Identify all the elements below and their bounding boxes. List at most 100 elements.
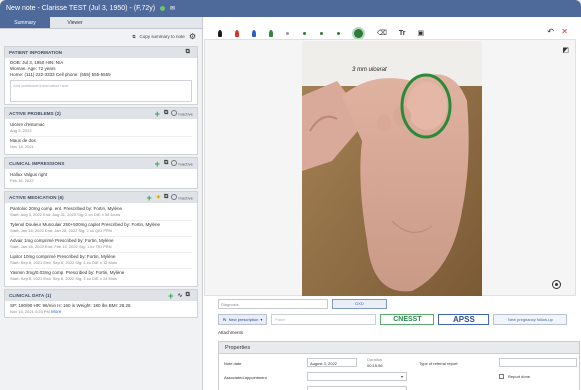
duration-value[interactable]: 00:15:56 <box>367 363 383 368</box>
associated-appointment-label: Associated appointment <box>224 375 267 380</box>
list-item[interactable]: Tylenol Douleur Musculair 250+500mg capl… <box>10 221 192 237</box>
medication-detail: Start: Sep 8, 2021 End: Sep 8, 2022 Sig:… <box>10 276 117 281</box>
section-header: CLINICAL DATA (1) + ∿ ⧉ <box>5 290 197 301</box>
inactive-toggle[interactable]: Inactive <box>171 160 193 167</box>
report-done-checkbox[interactable] <box>499 374 504 379</box>
form-search-input[interactable]: Form <box>271 313 377 325</box>
action-bar: ℞ New prescription ▾ Form CNESST APSS Ne… <box>218 313 580 325</box>
section-title: PATIENT INFORMATION <box>9 50 63 55</box>
list-item[interactable]: Pantoloc 20mg comp. ent. Prescribed by: … <box>10 205 192 221</box>
patient-phones: Home: (111) 222-3333 Cell phone: (555) 5… <box>10 72 111 77</box>
text-tool-icon[interactable]: Tr <box>399 30 406 37</box>
copy-summary-bar: ⧉ Copy summary to note ⚙ <box>0 29 202 44</box>
additional-info-field[interactable]: Add additional information here <box>10 80 192 102</box>
status-dot-icon <box>160 5 166 11</box>
active-problems-section: ACTIVE PROBLEMS (2) + ⧉ Inactive Ulcère … <box>4 107 198 155</box>
green-pen-icon[interactable] <box>269 29 273 37</box>
copy-icon[interactable]: ⧉ <box>164 110 168 117</box>
chart-icon[interactable]: ∿ <box>177 292 182 299</box>
point-size-2[interactable] <box>303 31 306 35</box>
copy-icon[interactable]: ⧉ <box>186 49 190 56</box>
point-size-1[interactable] <box>286 31 289 35</box>
annotation-text: 3 mm ulcerat <box>352 67 387 73</box>
list-item[interactable]: Lipitor 10mg comprimé Prescribed by: For… <box>10 253 192 269</box>
extra-field[interactable] <box>307 386 407 390</box>
close-icon[interactable]: ✕ <box>561 27 568 36</box>
add-icon[interactable]: + <box>155 159 160 169</box>
problem-date: Aug 3, 2022 <box>10 128 32 133</box>
section-header: ACTIVE PROBLEMS (2) + ⧉ Inactive <box>5 108 197 119</box>
diagnosis-row: Diagnosis DXD <box>218 299 578 309</box>
gear-icon[interactable]: ⚙ <box>189 32 196 41</box>
copy-icon[interactable]: ⧉ <box>164 160 168 167</box>
window-title: New note - Clarisse TEST (Jul 3, 1950) -… <box>6 5 156 12</box>
list-item[interactable]: Ulcère d'estomac Aug 3, 2022 <box>10 121 192 137</box>
new-prescription-button[interactable]: ℞ New prescription ▾ <box>218 313 268 325</box>
note-date-value: August 3, 2022 <box>310 361 337 366</box>
clinical-impressions-section: CLINICAL IMPRESSIONS + ⧉ Inactive Hallux… <box>4 157 198 189</box>
point-size-5[interactable] <box>354 28 363 38</box>
add-icon[interactable]: + <box>168 291 173 301</box>
associated-appointment-select[interactable]: ▾ <box>307 372 407 381</box>
blue-pen-icon[interactable] <box>252 29 256 37</box>
drawing-canvas[interactable]: 3 mm ulcerat ◩ <box>204 39 576 296</box>
problem-date: Nov 18, 2021 <box>10 144 34 149</box>
tab-viewer[interactable]: Viewer <box>50 17 100 28</box>
duration-label: Duration <box>367 357 383 362</box>
pregnancy-followup-button[interactable]: New pregnancy follow-up <box>493 313 568 325</box>
note-date-field[interactable]: August 3, 2022 <box>307 358 357 367</box>
inactive-toggle[interactable]: Inactive <box>171 110 193 117</box>
inactive-toggle[interactable]: Inactive <box>171 194 193 201</box>
list-item[interactable]: Advair 1mg comprimé Prescribed by: Forti… <box>10 237 192 253</box>
expand-icon[interactable]: ◩ <box>562 46 569 54</box>
red-pen-icon[interactable] <box>235 29 239 37</box>
patient-info-section: PATIENT INFORMATION ⧉ DOB: Jul 3, 1950 H… <box>4 46 198 105</box>
copy-summary-button[interactable]: Copy summary to note <box>140 34 185 39</box>
referral-type-label: Type of referral report <box>419 361 458 366</box>
dxd-button[interactable]: DXD <box>332 299 387 309</box>
email-icon[interactable]: ✉ <box>170 6 175 12</box>
summary-panel: Summary Viewer ⧉ Copy summary to note ⚙ … <box>0 17 203 390</box>
eraser-icon[interactable]: ⌫ <box>377 29 387 37</box>
copy-icon[interactable]: ⧉ <box>186 292 190 299</box>
medication-detail: Start: Jan 18, 2022 End: Jan 28, 2022 Si… <box>10 228 112 233</box>
copy-icon[interactable]: ⧉ <box>164 194 168 201</box>
apss-button[interactable]: APSS <box>438 313 490 325</box>
image-icon[interactable]: ▣ <box>418 29 425 37</box>
list-item[interactable]: Yasmin 3mg/0.03mg comp. Prescribed by: F… <box>10 269 192 284</box>
point-size-4[interactable] <box>337 31 340 35</box>
medication-detail: Start: Aug 3, 2022 End: Aug 31, 2023 Sig… <box>10 212 121 217</box>
point-size-3[interactable] <box>320 31 323 35</box>
referral-type-select[interactable] <box>499 358 577 367</box>
list-item[interactable]: Hallux Valgus right Feb 16, 2022 <box>10 171 192 186</box>
attachments-label: Attachments <box>218 330 244 335</box>
section-title: CLINICAL DATA (1) <box>9 293 52 298</box>
list-item[interactable]: Maux de dos Nov 18, 2021 <box>10 137 192 152</box>
star-icon[interactable]: ✦ <box>156 194 161 201</box>
panel-tabs: Summary Viewer <box>0 17 202 29</box>
clinical-data-section: CLINICAL DATA (1) + ∿ ⧉ SP: 180/90 HR: 9… <box>4 289 198 318</box>
add-icon[interactable]: + <box>147 193 152 203</box>
vitals-date: Nov 16, 2021 4:25 PM <box>10 309 50 314</box>
active-medication-section: ACTIVE MEDICATION (6) + ✦ ⧉ Inactive Pan… <box>4 191 198 287</box>
section-header: ACTIVE MEDICATION (6) + ✦ ⧉ Inactive <box>5 192 197 203</box>
report-done-label: Report done <box>508 374 531 379</box>
section-header: CLINICAL IMPRESSIONS + ⧉ Inactive <box>5 158 197 169</box>
add-icon[interactable]: + <box>155 109 160 119</box>
copy-icon: ⧉ <box>132 34 136 39</box>
section-title: CLINICAL IMPRESSIONS <box>9 161 65 166</box>
medication-detail: Start: Sep 8, 2021 End: Sep 8, 2022 Sig:… <box>10 260 117 265</box>
properties-header: Properties <box>219 342 579 354</box>
black-pen-icon[interactable] <box>218 29 222 37</box>
note-editor: ⌫ Tr ▣ ↶ ✕ 3 mm ulcerat ◩ Diagnosis DXD … <box>204 17 581 390</box>
more-link[interactable]: More <box>51 309 61 314</box>
zoom-icon[interactable] <box>552 280 561 289</box>
cnesst-button[interactable]: CNESST <box>380 313 435 325</box>
app-window: New note - Clarisse TEST (Jul 3, 1950) -… <box>0 0 581 390</box>
impression-date: Feb 16, 2022 <box>10 178 34 183</box>
tab-summary[interactable]: Summary <box>0 17 50 28</box>
undo-icon[interactable]: ↶ <box>547 27 554 36</box>
chevron-down-icon: ▾ <box>400 374 403 379</box>
diagnosis-input[interactable]: Diagnosis <box>218 299 328 309</box>
note-date-label: Note date <box>224 361 242 366</box>
